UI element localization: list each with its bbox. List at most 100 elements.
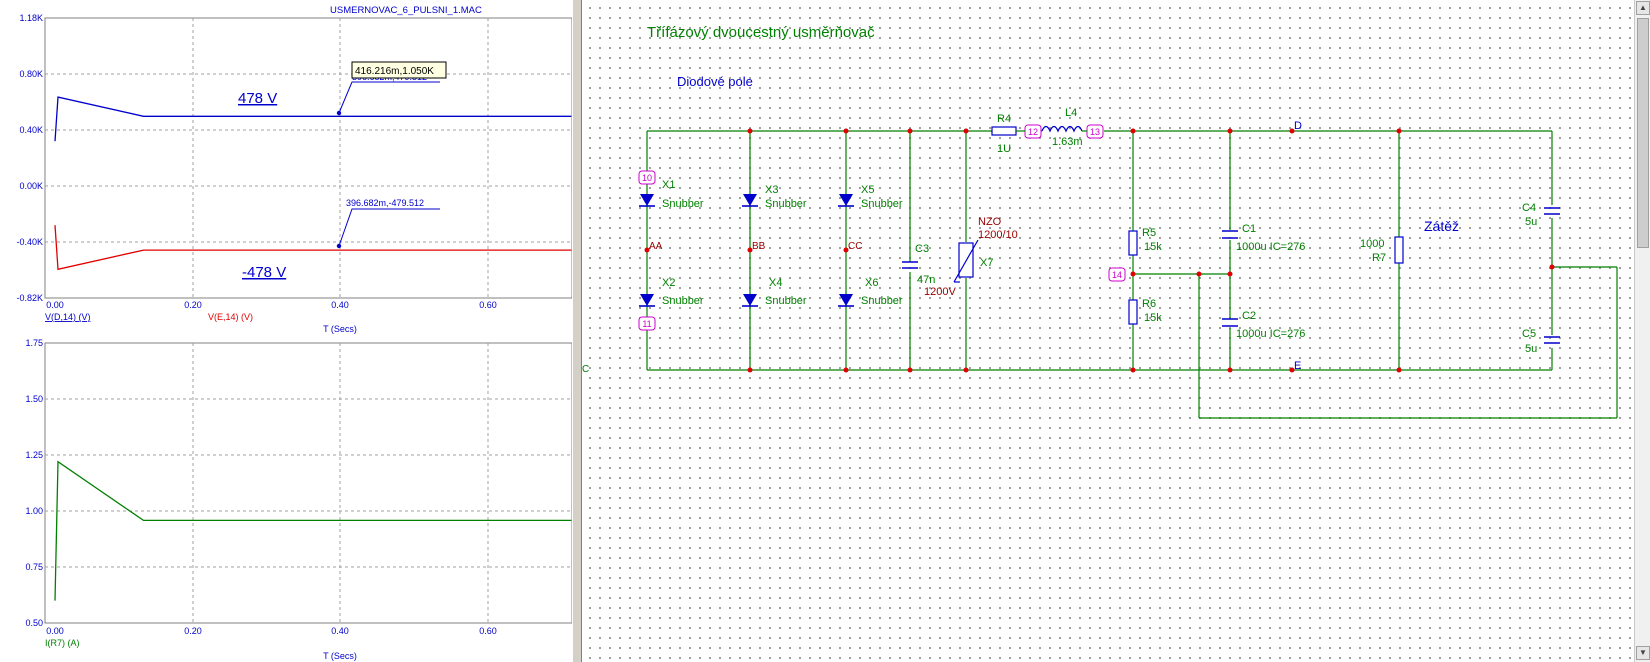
- svg-text:1.63m: 1.63m: [1052, 136, 1083, 148]
- top-y-tick: 0.80K: [19, 69, 43, 79]
- series-line-ir7: [54, 460, 572, 601]
- svg-text:C4: C4: [1522, 202, 1536, 214]
- node-number-10[interactable]: 10: [638, 170, 656, 185]
- bottom-plot[interactable]: 1.75 1.50 1.25 1.00 0.75 0.50 0.00 0.20 …: [25, 338, 572, 661]
- panel-splitter[interactable]: [572, 0, 582, 662]
- varistor-x7[interactable]: X7 NZO 1200/10: [953, 216, 1018, 283]
- node-number-14[interactable]: 14: [1108, 267, 1126, 282]
- schematic-title[interactable]: Třífázový dvoucestný usměrňovač: [647, 24, 875, 41]
- top-x-tick: 0.60: [479, 300, 497, 310]
- legend-ve14[interactable]: V(E,14) (V): [208, 312, 253, 322]
- node-e[interactable]: E: [1294, 360, 1301, 372]
- svg-text:1000u IC=276: 1000u IC=276: [1236, 241, 1305, 253]
- capacitor-c2[interactable]: C2 1000u IC=276: [1222, 310, 1305, 340]
- svg-text:14: 14: [1112, 270, 1122, 280]
- top-plot-grid: [45, 18, 572, 298]
- scrollbar-thumb[interactable]: [1637, 18, 1649, 248]
- svg-text:Snubber: Snubber: [765, 198, 807, 210]
- top-x-tick: 0.00: [46, 300, 64, 310]
- resistor-r4[interactable]: R4 1U: [991, 113, 1025, 155]
- svg-text:X4: X4: [769, 277, 782, 289]
- svg-text:Snubber: Snubber: [662, 198, 704, 210]
- svg-text:416.216m,1.050K: 416.216m,1.050K: [355, 66, 434, 77]
- node-number-11[interactable]: 11: [638, 316, 656, 331]
- diode-x4[interactable]: X4 Snubber: [741, 277, 807, 307]
- cursor-readout-neg: 396.682m,-479.512: [346, 198, 424, 208]
- top-x-tick: 0.20: [184, 300, 202, 310]
- capacitor-c5[interactable]: C5 5u: [1522, 328, 1560, 355]
- svg-text:1200V: 1200V: [924, 286, 956, 298]
- svg-text:X3: X3: [765, 184, 778, 196]
- bottom-plot-grid: [45, 343, 572, 623]
- resistor-r6[interactable]: R6 15k: [1128, 298, 1162, 325]
- svg-text:12: 12: [1028, 127, 1038, 137]
- bottom-plot-frame: [44, 342, 572, 624]
- load-label[interactable]: Zátěž: [1424, 218, 1459, 234]
- top-y-tick: -0.40K: [16, 237, 43, 247]
- bottom-y-tick: 1.00: [25, 506, 43, 516]
- svg-text:NZO: NZO: [978, 216, 1002, 228]
- svg-text:X2: X2: [662, 277, 675, 289]
- scroll-down-icon[interactable]: ▼: [1636, 646, 1650, 660]
- svg-text:R7: R7: [1372, 252, 1386, 264]
- node-number-12[interactable]: 12: [1024, 124, 1042, 139]
- schematic-panel[interactable]: Třífázový dvoucestný usměrňovač Diodové …: [582, 0, 1634, 662]
- schematic-canvas[interactable]: Třífázový dvoucestný usměrňovač Diodové …: [582, 0, 1634, 662]
- svg-text:R4: R4: [997, 113, 1011, 125]
- resistor-r7[interactable]: 1000 R7: [1360, 236, 1404, 264]
- vertical-scrollbar[interactable]: ▲ ▼: [1634, 0, 1650, 662]
- inductor-l4[interactable]: L4 1.63m: [1041, 107, 1087, 148]
- diode-x2[interactable]: X2 Snubber: [638, 277, 704, 307]
- svg-text:10: 10: [642, 173, 652, 183]
- bottom-y-tick: 0.75: [25, 562, 43, 572]
- node-number-13[interactable]: 13: [1086, 124, 1104, 139]
- svg-text:Snubber: Snubber: [662, 295, 704, 307]
- svg-text:5u: 5u: [1525, 216, 1537, 228]
- bottom-x-tick: 0.40: [331, 626, 349, 636]
- bottom-y-tick: 1.25: [25, 450, 43, 460]
- svg-text:C3: C3: [915, 243, 929, 255]
- capacitor-c1[interactable]: C1 1000u IC=276: [1222, 223, 1305, 253]
- svg-text:R6: R6: [1142, 298, 1156, 310]
- svg-text:13: 13: [1090, 127, 1100, 137]
- app-window: USMERNOVAC_6_PULSNI_1.MAC 1.18K 0.80K 0.…: [0, 0, 1650, 662]
- scroll-up-icon[interactable]: ▲: [1636, 1, 1650, 15]
- top-plot[interactable]: 1.18K 0.80K 0.40K 0.00K -0.40K -0.82K 0.…: [16, 13, 572, 334]
- diode-x5[interactable]: X5 Snubber: [837, 184, 903, 210]
- svg-text:L4: L4: [1065, 107, 1077, 119]
- node-d[interactable]: D: [1294, 120, 1302, 132]
- node-c[interactable]: C: [582, 364, 589, 375]
- plot-canvas[interactable]: USMERNOVAC_6_PULSNI_1.MAC 1.18K 0.80K 0.…: [0, 0, 572, 662]
- schematic-subtitle[interactable]: Diodové pole: [677, 74, 753, 89]
- top-y-tick: 0.40K: [19, 125, 43, 135]
- svg-text:Snubber: Snubber: [861, 198, 903, 210]
- cursor-marker-neg[interactable]: 396.682m,-479.512: [336, 198, 440, 249]
- svg-text:R5: R5: [1142, 227, 1156, 239]
- bottom-x-tick: 0.00: [46, 626, 64, 636]
- svg-text:1000u IC=276: 1000u IC=276: [1236, 328, 1305, 340]
- series-line-vd14: [54, 96, 572, 142]
- node-cc[interactable]: CC: [848, 241, 862, 252]
- bottom-y-tick: 1.75: [25, 338, 43, 348]
- top-plot-frame: [44, 17, 572, 299]
- diode-x3[interactable]: X3 Snubber: [741, 184, 807, 210]
- svg-text:X5: X5: [861, 184, 874, 196]
- node-aa[interactable]: AA: [649, 241, 663, 252]
- svg-text:1U: 1U: [997, 143, 1011, 155]
- svg-text:C2: C2: [1242, 310, 1256, 322]
- top-y-tick: 0.00K: [19, 181, 43, 191]
- legend-ir7[interactable]: I(R7) (A): [45, 638, 80, 648]
- legend-vd14[interactable]: V(D,14) (V): [45, 312, 91, 322]
- bottom-x-tick: 0.60: [479, 626, 497, 636]
- resistor-r5[interactable]: R5 15k: [1128, 227, 1162, 256]
- node-bb[interactable]: BB: [752, 241, 766, 252]
- bottom-x-tick: 0.20: [184, 626, 202, 636]
- plot-panel[interactable]: USMERNOVAC_6_PULSNI_1.MAC 1.18K 0.80K 0.…: [0, 0, 574, 662]
- svg-text:5u: 5u: [1525, 343, 1537, 355]
- capacitor-c4[interactable]: C4 5u: [1522, 202, 1560, 228]
- svg-text:X6: X6: [865, 277, 878, 289]
- svg-text:1000: 1000: [1360, 238, 1384, 250]
- file-title: USMERNOVAC_6_PULSNI_1.MAC: [330, 5, 482, 16]
- annotation-478v: 478 V: [238, 90, 277, 107]
- diode-x6[interactable]: X6 Snubber: [837, 277, 903, 307]
